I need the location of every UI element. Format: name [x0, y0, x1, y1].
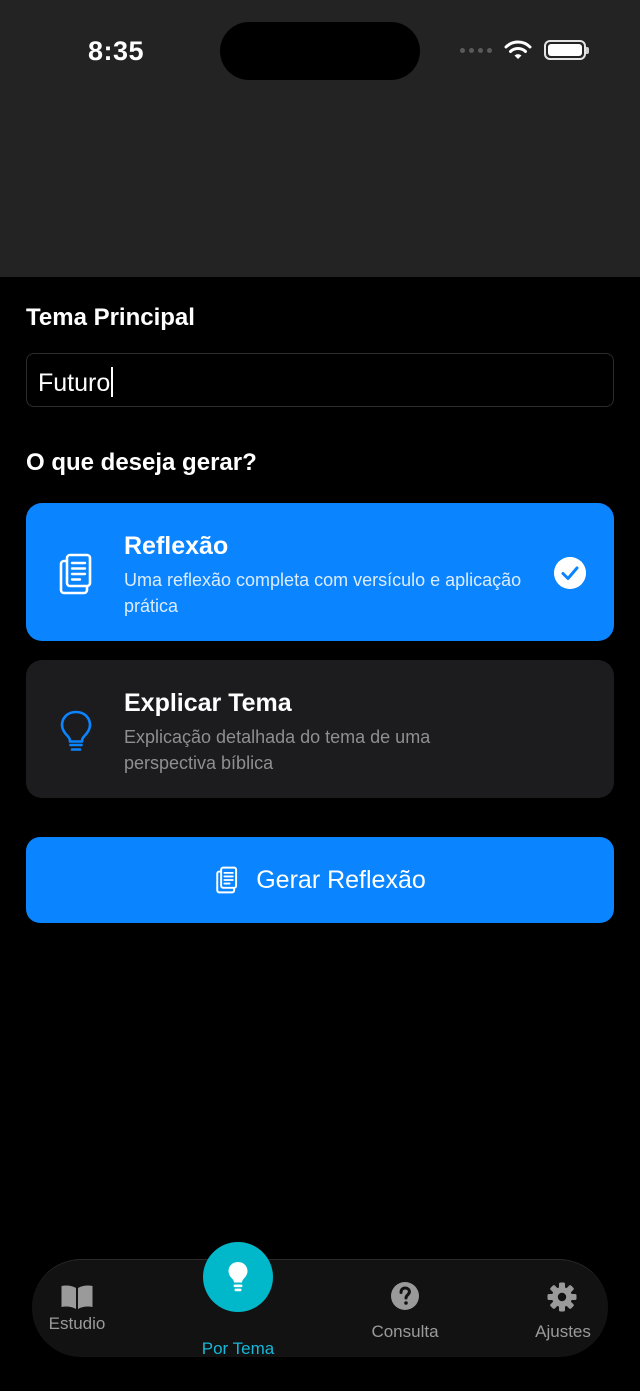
tab-label: Ajustes	[535, 1322, 591, 1341]
question-icon	[391, 1282, 419, 1310]
tab-por-tema[interactable]: Por Tema	[178, 1242, 298, 1362]
topic-input-value[interactable]: Futuro	[38, 367, 114, 398]
battery-icon	[544, 40, 589, 60]
tab-label: Consulta	[371, 1322, 439, 1341]
tab-label: Estudio	[48, 1314, 106, 1333]
option-title: Explicar Tema	[124, 689, 292, 717]
document-icon	[216, 866, 238, 894]
header-area: 8:35	[0, 0, 640, 277]
option-title: Reflexão	[124, 532, 229, 560]
generate-button-label: Gerar Reflexão	[256, 865, 426, 894]
topic-input-text: Futuro	[38, 369, 111, 397]
dynamic-island	[220, 22, 420, 80]
tab-ajustes[interactable]: Ajustes	[518, 1260, 608, 1358]
tab-bar: Estudio Consulta Ajustes	[32, 1259, 608, 1357]
wifi-icon	[504, 40, 532, 59]
status-indicators	[460, 40, 589, 60]
tab-consulta[interactable]: Consulta	[352, 1260, 458, 1358]
gear-icon	[547, 1282, 577, 1312]
tab-estudio[interactable]: Estudio	[32, 1260, 122, 1358]
option-reflexao-card[interactable]: Reflexão Uma reflexão completa com versí…	[26, 503, 614, 641]
text-cursor	[111, 367, 114, 397]
active-tab-bubble	[203, 1242, 273, 1312]
document-icon	[59, 553, 92, 595]
status-time: 8:35	[88, 36, 145, 66]
lightbulb-icon	[228, 1262, 248, 1292]
checkmark-icon	[554, 557, 586, 589]
topic-input[interactable]: Futuro	[26, 353, 614, 407]
topic-label: Tema Principal	[26, 304, 195, 331]
option-explicar-tema-card[interactable]: Explicar Tema Explicação detalhada do te…	[26, 660, 614, 798]
tab-label: Por Tema	[201, 1339, 275, 1358]
option-description: Explicação detalhada do tema de uma pers…	[124, 727, 431, 773]
lightbulb-icon	[60, 710, 92, 751]
option-description: Uma reflexão completa com versículo e ap…	[124, 570, 522, 616]
generate-reflexao-button[interactable]: Gerar Reflexão	[26, 837, 614, 923]
book-icon	[61, 1285, 93, 1309]
cellular-signal-icon	[460, 47, 492, 53]
generate-type-label: O que deseja gerar?	[26, 449, 257, 476]
